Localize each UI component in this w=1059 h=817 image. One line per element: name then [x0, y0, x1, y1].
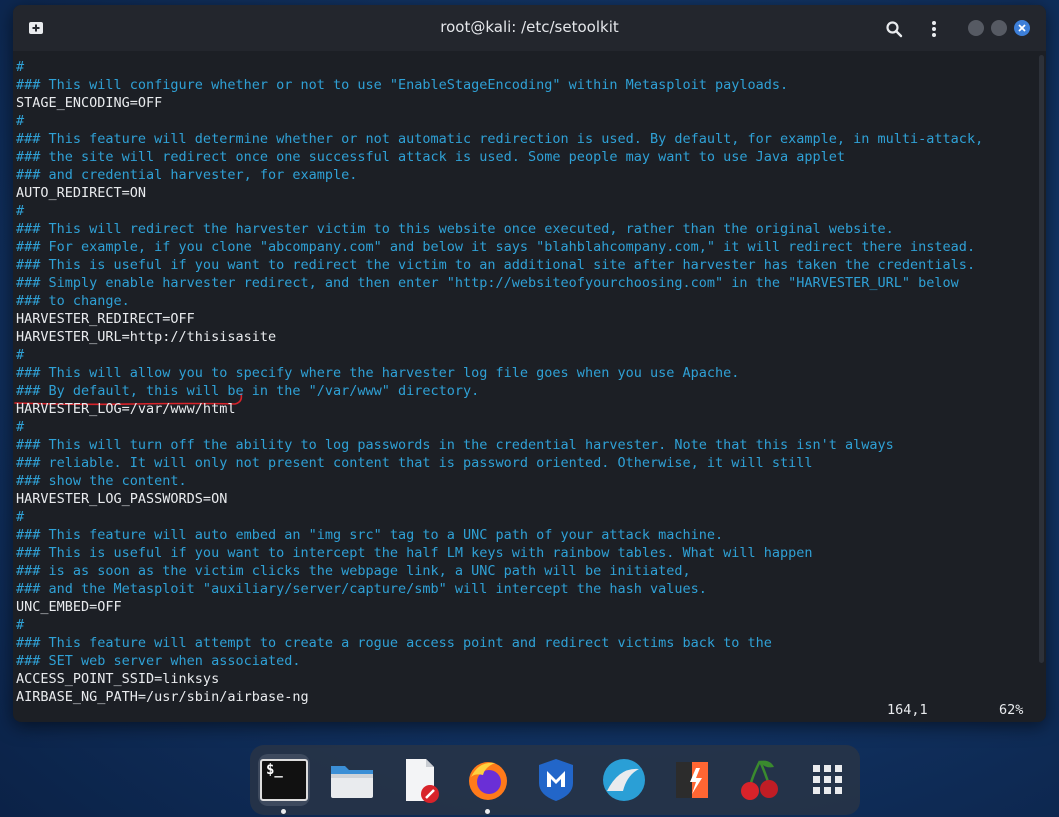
dock-terminal[interactable]: $_ [258, 754, 310, 814]
comment-line: ### to change. [16, 293, 130, 309]
dock-app-grid[interactable] [802, 754, 854, 806]
dock-cherrytree[interactable] [734, 754, 786, 806]
dock-files[interactable] [326, 754, 378, 806]
comment-line: ### This feature will determine whether … [16, 131, 984, 147]
comment-line: ### is as soon as the victim clicks the … [16, 563, 691, 579]
dock-wireshark[interactable] [598, 754, 650, 806]
scrollbar[interactable] [1039, 55, 1044, 663]
app-grid-icon [813, 765, 842, 794]
comment-line: # [16, 509, 25, 525]
kebab-menu-icon[interactable] [923, 18, 945, 40]
comment-line: ### Simply enable harvester redirect, an… [16, 275, 959, 291]
cherrytree-icon [741, 760, 778, 800]
minimize-icon[interactable] [968, 20, 984, 36]
dock-text-editor[interactable] [394, 754, 446, 806]
terminal-glyph: $_ [266, 762, 283, 778]
comment-line: ### show the content. [16, 473, 187, 489]
comment-line: ### This will configure whether or not t… [16, 77, 789, 93]
maximize-icon[interactable] [991, 20, 1007, 36]
dock-firefox[interactable] [462, 754, 514, 814]
comment-line: ### This will turn off the ability to lo… [16, 437, 894, 453]
comment-line: ### This is useful if you want to redire… [16, 257, 976, 273]
setting-line: AUTO_REDIRECT=ON [16, 185, 147, 201]
burpsuite-icon [676, 762, 708, 798]
comment-line: ### and credential harvester, for exampl… [16, 167, 358, 183]
wireshark-icon [603, 759, 645, 801]
setting-line: HARVESTER_REDIRECT=OFF [16, 311, 195, 327]
terminal-content[interactable]: 164,1 62% # ### This will configure wheth… [13, 51, 1046, 722]
comment-line: # [16, 59, 25, 75]
comment-line: # [16, 419, 25, 435]
folder-icon [331, 766, 373, 798]
comment-line: # [16, 113, 25, 129]
comment-line: # [16, 617, 25, 633]
terminal-window: root@kali: /etc/setoolkit 164,1 62% # ##… [13, 5, 1046, 722]
cursor-position: 164,1 [887, 702, 928, 718]
setting-line: UNC_EMBED=OFF [16, 599, 122, 615]
comment-line: ### reliable. It will only not present c… [16, 455, 813, 471]
setting-line: AIRBASE_NG_PATH=/usr/sbin/airbase-ng [16, 689, 309, 705]
terminal-icon: $_ [260, 759, 308, 801]
comment-line: ### the site will redirect once one succ… [16, 149, 846, 165]
comment-line: ### For example, if you clone "abcompany… [16, 239, 976, 255]
firefox-icon [469, 762, 507, 800]
close-icon[interactable] [1014, 20, 1030, 36]
comment-line: # [16, 203, 25, 219]
setting-line: ACCESS_POINT_SSID=linksys [16, 671, 220, 687]
dock-burpsuite[interactable] [666, 754, 718, 806]
comment-line: ### This will redirect the harvester vic… [16, 221, 894, 237]
running-indicator [281, 809, 286, 814]
search-icon[interactable] [883, 18, 905, 40]
comment-line: # [16, 347, 25, 363]
metasploit-icon [539, 759, 573, 801]
scroll-percent: 62% [999, 702, 1024, 718]
setting-line: HARVESTER_LOG=/var/www/html [16, 401, 236, 417]
comment-line: ### This is useful if you want to interc… [16, 545, 813, 561]
title-bar[interactable]: root@kali: /etc/setoolkit [13, 5, 1046, 51]
dock-metasploit[interactable] [530, 754, 582, 806]
comment-line: ### SET web server when associated. [16, 653, 301, 669]
comment-line: ### By default, this will be in the "/va… [16, 383, 480, 399]
comment-line: ### This feature will auto embed an "img… [16, 527, 724, 543]
text-editor-icon [406, 759, 439, 803]
setting-line: HARVESTER_URL=http://thisisasite [16, 329, 277, 345]
running-indicator [485, 809, 490, 814]
setting-line: STAGE_ENCODING=OFF [16, 95, 163, 111]
comment-line: ### This will allow you to specify where… [16, 365, 740, 381]
dock: $_ [250, 745, 860, 815]
comment-line: ### and the Metasploit "auxiliary/server… [16, 581, 707, 597]
setting-line: HARVESTER_LOG_PASSWORDS=ON [16, 491, 228, 507]
comment-line: ### This feature will attempt to create … [16, 635, 772, 651]
